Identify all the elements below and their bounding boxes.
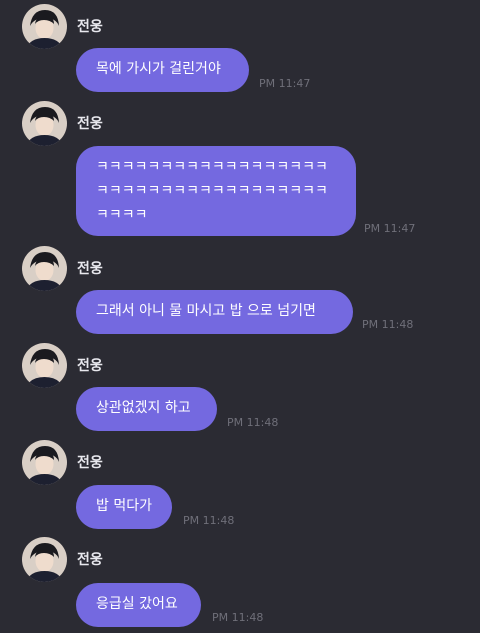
message-bubble[interactable]: 응급실 갔어요 [76, 583, 201, 627]
message-timestamp: PM 11:48 [212, 611, 264, 624]
sender-name: 전웅 [77, 552, 103, 568]
avatar-icon [22, 246, 67, 291]
message-group: 전웅 상관없겠지 하고 PM 11:48 [0, 343, 480, 435]
message-text: 밥 먹다가 [96, 498, 152, 514]
sender-name: 전웅 [77, 455, 103, 471]
avatar-icon [22, 440, 67, 485]
message-group: 전웅 밥 먹다가 PM 11:48 [0, 440, 480, 532]
message-bubble[interactable]: 목에 가시가 걸린거야 [76, 48, 249, 92]
avatar-icon [22, 343, 67, 388]
sender-name: 전웅 [77, 261, 103, 277]
message-text: 상관없겠지 하고 [96, 400, 191, 416]
message-group: 전웅 목에 가시가 걸린거야 PM 11:47 [0, 4, 480, 96]
avatar[interactable] [22, 440, 67, 485]
avatar-icon [22, 4, 67, 49]
message-timestamp: PM 11:48 [362, 318, 414, 331]
message-timestamp: PM 11:48 [227, 416, 279, 429]
message-text: 그래서 아니 물 마시고 밥 으로 넘기면 [96, 303, 316, 319]
avatar[interactable] [22, 4, 67, 49]
avatar[interactable] [22, 343, 67, 388]
message-bubble[interactable]: 상관없겠지 하고 [76, 387, 217, 431]
message-text: 목에 가시가 걸린거야 [96, 61, 221, 77]
message-group: 전웅 그래서 아니 물 마시고 밥 으로 넘기면 PM 11:48 [0, 246, 480, 338]
avatar-icon [22, 101, 67, 146]
chat-message-list[interactable]: 전웅 목에 가시가 걸린거야 PM 11:47 전웅 ㅋㅋㅋㅋㅋㅋㅋㅋㅋㅋㅋㅋㅋ… [0, 0, 480, 633]
avatar[interactable] [22, 246, 67, 291]
avatar-icon [22, 537, 67, 582]
message-text: ㅋㅋㅋㅋㅋㅋㅋㅋㅋㅋㅋㅋㅋㅋㅋㅋㅋㅋㅋㅋㅋㅋㅋㅋㅋㅋㅋㅋㅋㅋㅋㅋㅋㅋㅋㅋㅋㅋㅋㅋ [96, 159, 328, 223]
message-group: 전웅 응급실 갔어요 PM 11:48 [0, 537, 480, 629]
sender-name: 전웅 [77, 358, 103, 374]
message-timestamp: PM 11:48 [183, 514, 235, 527]
message-bubble[interactable]: 밥 먹다가 [76, 485, 172, 529]
sender-name: 전웅 [77, 19, 103, 35]
message-bubble[interactable]: 그래서 아니 물 마시고 밥 으로 넘기면 [76, 290, 353, 334]
message-group: 전웅 ㅋㅋㅋㅋㅋㅋㅋㅋㅋㅋㅋㅋㅋㅋㅋㅋㅋㅋㅋㅋㅋㅋㅋㅋㅋㅋㅋㅋㅋㅋㅋㅋㅋㅋㅋㅋㅋ… [0, 101, 480, 241]
sender-name: 전웅 [77, 116, 103, 132]
avatar[interactable] [22, 537, 67, 582]
message-bubble[interactable]: ㅋㅋㅋㅋㅋㅋㅋㅋㅋㅋㅋㅋㅋㅋㅋㅋㅋㅋㅋㅋㅋㅋㅋㅋㅋㅋㅋㅋㅋㅋㅋㅋㅋㅋㅋㅋㅋㅋㅋㅋ [76, 146, 356, 236]
message-text: 응급실 갔어요 [96, 596, 178, 612]
avatar[interactable] [22, 101, 67, 146]
message-timestamp: PM 11:47 [259, 77, 311, 90]
message-timestamp: PM 11:47 [364, 222, 416, 235]
